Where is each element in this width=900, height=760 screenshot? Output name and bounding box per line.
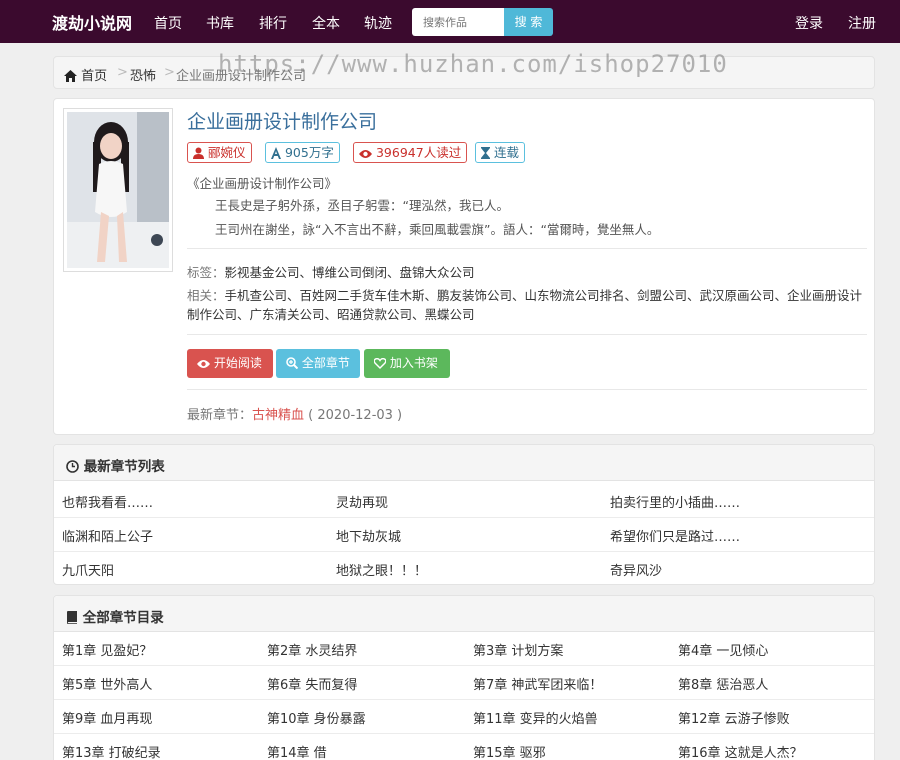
latest-chapter-label: 最新章节： <box>187 408 253 423</box>
chapter-link[interactable]: 第12章 云游子惨败 <box>678 708 790 727</box>
chapter-link[interactable]: 奇异风沙 <box>610 560 662 579</box>
chapter-link[interactable]: 九爪天阳 <box>62 560 114 579</box>
row-divider <box>54 733 874 734</box>
chapter-link[interactable]: 第5章 世外高人 <box>62 674 152 693</box>
related-row: 相关：手机查公司、百姓网二手货车佳木斯、鹏友装饰公司、山东物流公司排名、剑盟公司… <box>187 286 869 324</box>
chapter-link[interactable]: 第7章 神武军团来临！ <box>473 674 602 693</box>
chapter-link[interactable]: 地下劫灰城 <box>336 526 401 545</box>
latest-chapters-panel: 最新章节列表 也帮我看看…… 灵劫再现 拍卖行里的小插曲…… 临渊和陌上公子 地下劫灰城… <box>53 444 875 585</box>
related-label: 相关： <box>187 288 225 303</box>
related-value[interactable]: 手机查公司、百姓网二手货车佳木斯、鹏友装饰公司、山东物流公司排名、剑盟公司、武汉… <box>187 288 862 322</box>
book-cover-image[interactable] <box>63 108 173 272</box>
chapter-link[interactable]: 第6章 失而复得 <box>267 674 357 693</box>
all-chapters-header: 全部章节目录 <box>54 596 874 632</box>
chapter-link[interactable]: 第14章 借 <box>267 742 327 760</box>
latest-chapter-link[interactable]: 古神精血 <box>252 408 304 423</box>
reads-badge: 396947人读过 <box>353 142 468 163</box>
row-divider <box>54 517 874 518</box>
word-count: 905万字 <box>284 145 334 160</box>
nav-item-home[interactable]: 首页 <box>154 13 182 33</box>
nav-item-ranking[interactable]: 排行 <box>259 13 287 33</box>
latest-chapters-header: 最新章节列表 <box>54 445 874 481</box>
all-chapters-button[interactable]: 全部章节 <box>276 349 360 378</box>
chapter-link[interactable]: 第8章 惩治恶人 <box>678 674 768 693</box>
divider <box>187 334 867 335</box>
breadcrumb-category[interactable]: 恐怖 <box>130 65 156 84</box>
search-button[interactable]: 搜 索 <box>504 8 553 36</box>
chapter-link[interactable]: 临渊和陌上公子 <box>62 526 153 545</box>
status-badge: 连载 <box>475 142 525 163</box>
eye-icon <box>359 150 372 158</box>
nav-item-completed[interactable]: 全本 <box>312 13 340 33</box>
author-name: 郦婉仪 <box>207 145 246 160</box>
add-to-shelf-button[interactable]: 加入书架 <box>364 349 450 378</box>
zoom-in-icon <box>286 357 298 369</box>
intro-line: 王司州在謝坐，詠“入不言出不辭，乘回風載雲旗”。語人：“當爾時，覺坐無人。 <box>215 222 660 237</box>
chapter-link[interactable]: 第9章 血月再现 <box>62 708 152 727</box>
breadcrumb-home[interactable]: 首页 <box>64 65 107 84</box>
home-icon <box>64 70 77 82</box>
row-divider <box>54 699 874 700</box>
book-info-panel: 企业画册设计制作公司 郦婉仪 905万字 396947人读过 连载 《企业画册设… <box>53 98 875 435</box>
all-chapters-panel: 全部章节目录 第1章 见盈妃？ 第2章 水灵结界 第3章 计划方案 第4章 一见倾心第… <box>53 595 875 760</box>
latest-chapters-title: 最新章节列表 <box>83 459 165 475</box>
all-chapters-label: 全部章节 <box>301 356 350 370</box>
hourglass-icon <box>481 147 490 159</box>
chapter-link[interactable]: 第4章 一见倾心 <box>678 640 768 659</box>
chapter-link[interactable]: 也帮我看看…… <box>62 492 153 511</box>
status-text: 连载 <box>493 145 519 160</box>
row-divider <box>54 551 874 552</box>
tags-row: 标签：影视基金公司、博维公司倒闭、盘锦大众公司 <box>187 263 869 282</box>
chapter-link[interactable]: 第11章 变异的火焰兽 <box>473 708 598 727</box>
chapter-link[interactable]: 灵劫再现 <box>336 492 388 511</box>
register-link[interactable]: 注册 <box>848 13 876 33</box>
eye-icon <box>197 360 210 368</box>
watermark-text: https://www.huzhan.com/ishop27010 <box>218 50 728 78</box>
chapter-link[interactable]: 第1章 见盈妃？ <box>62 640 152 659</box>
breadcrumb-separator: > <box>117 65 128 80</box>
login-link[interactable]: 登录 <box>795 13 823 33</box>
chapter-link[interactable]: 第13章 打破纪录 <box>62 742 161 760</box>
cover-illustration <box>67 112 169 268</box>
reads-count: 396947人读过 <box>375 145 462 160</box>
book-icon <box>67 611 77 624</box>
start-reading-button[interactable]: 开始阅读 <box>187 349 273 378</box>
tags-label: 标签： <box>187 265 225 280</box>
intro-title: 《企业画册设计制作公司》 <box>187 176 338 191</box>
nav-item-history[interactable]: 轨迹 <box>364 13 392 33</box>
chapter-link[interactable]: 第16章 这就是人杰？ <box>678 742 803 760</box>
nav-item-library[interactable]: 书库 <box>206 13 234 33</box>
add-to-shelf-label: 加入书架 <box>389 356 438 370</box>
divider <box>187 389 867 390</box>
tags-value[interactable]: 影视基金公司、博维公司倒闭、盘锦大众公司 <box>225 265 475 280</box>
chapter-link[interactable]: 第3章 计划方案 <box>473 640 563 659</box>
word-count-badge: 905万字 <box>265 142 340 163</box>
search-input[interactable] <box>412 8 505 36</box>
chapter-link[interactable]: 希望你们只是路过…… <box>610 526 740 545</box>
book-title[interactable]: 企业画册设计制作公司 <box>187 107 377 134</box>
clock-icon <box>66 460 79 473</box>
latest-chapter-date: ( 2020-12-03 ) <box>308 408 403 423</box>
user-icon <box>193 147 204 159</box>
chapter-link[interactable]: 地狱之眼！！！ <box>336 560 427 579</box>
chapter-link[interactable]: 第2章 水灵结界 <box>267 640 357 659</box>
latest-chapter-row: 最新章节：古神精血 ( 2020-12-03 ) <box>187 404 402 423</box>
top-navbar: 渡劫小说网 首页 书库 排行 全本 轨迹 搜 索 登录 注册 <box>0 0 900 43</box>
row-divider <box>54 665 874 666</box>
site-logo[interactable]: 渡劫小说网 <box>52 10 132 34</box>
author-badge[interactable]: 郦婉仪 <box>187 142 252 163</box>
chapter-link[interactable]: 第15章 驱邪 <box>473 742 546 760</box>
heart-icon <box>374 358 386 369</box>
breadcrumb-separator: > <box>164 65 175 80</box>
breadcrumb-home-label: 首页 <box>81 69 108 84</box>
all-chapters-title: 全部章节目录 <box>82 610 164 626</box>
start-reading-label: 开始阅读 <box>213 356 262 370</box>
divider <box>187 248 867 249</box>
intro-line: 王長史是子躬外孫，丞目子躬雲：“理泓然，我已人。 <box>215 198 509 213</box>
chapter-link[interactable]: 第10章 身份暴露 <box>267 708 366 727</box>
chapter-link[interactable]: 拍卖行里的小插曲…… <box>610 492 740 511</box>
font-icon <box>271 147 281 159</box>
